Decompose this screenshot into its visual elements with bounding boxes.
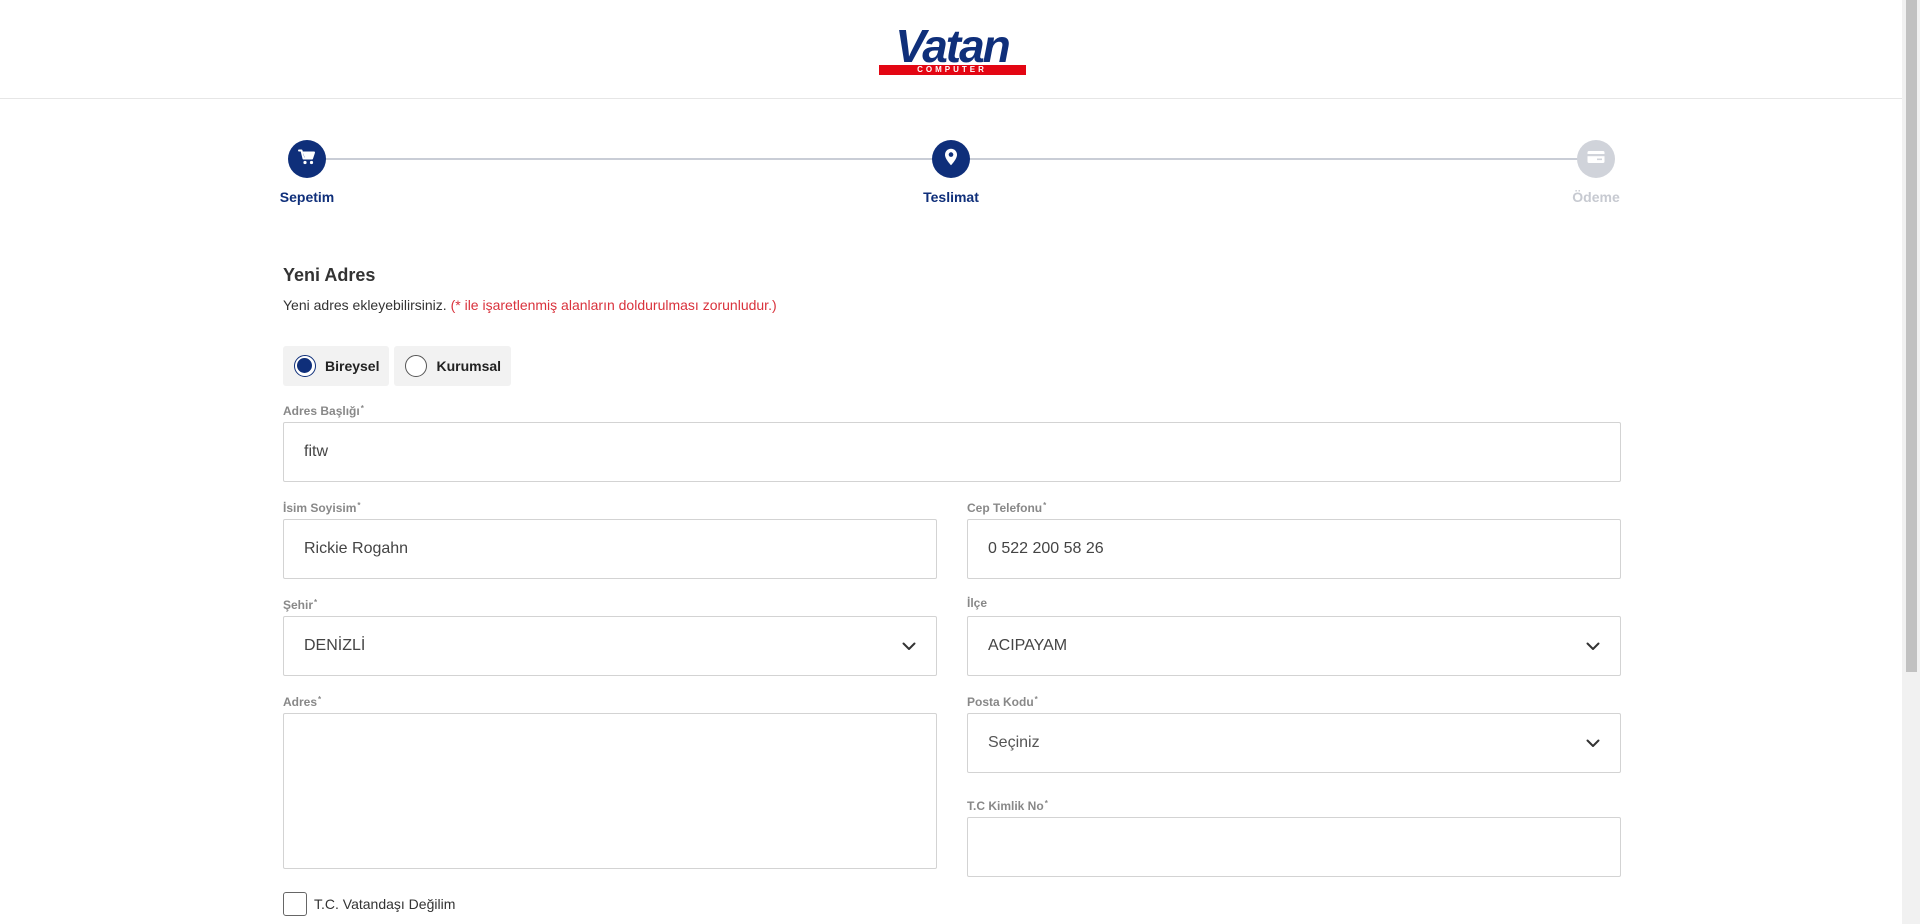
tc-id-label: T.C Kimlik No* xyxy=(967,799,1048,813)
not-citizen-row[interactable]: T.C. Vatandaşı Değilim xyxy=(283,892,455,916)
not-citizen-label: T.C. Vatandaşı Değilim xyxy=(314,896,456,912)
step-label-teslimat: Teslimat xyxy=(923,189,979,205)
page-scrollbar[interactable] xyxy=(1902,0,1920,924)
step-circle-teslimat xyxy=(932,140,970,178)
form-description-text: Yeni adres ekleyebilirsiniz. xyxy=(283,297,447,313)
logo-subtext: COMPUTER xyxy=(878,65,1026,75)
address-type-label: Bireysel xyxy=(325,358,380,374)
address-field: Adres* xyxy=(283,693,937,869)
logo-text: Vatan xyxy=(895,20,1011,72)
credit-card-icon xyxy=(1587,150,1605,169)
address-label: Adres* xyxy=(283,695,322,709)
address-type-bireysel[interactable]: Bireysel xyxy=(283,346,390,386)
address-title-label: Adres Başlığı* xyxy=(283,404,364,418)
district-label: İlçe xyxy=(967,596,988,610)
full-name-field: İsim Soyisim* Rickie Rogahn xyxy=(283,499,937,579)
address-type-label: Kurumsal xyxy=(436,358,502,374)
phone-label: Cep Telefonu* xyxy=(967,501,1047,515)
required-fields-note: (* ile işaretlenmiş alanların doldurulma… xyxy=(450,297,777,313)
step-circle-sepetim xyxy=(288,140,326,178)
full-name-input[interactable]: Rickie Rogahn xyxy=(283,519,937,579)
address-textarea[interactable] xyxy=(283,713,937,869)
radio-bireysel[interactable] xyxy=(294,355,316,377)
step-circle-odeme xyxy=(1577,140,1615,178)
postal-code-value: Seçiniz xyxy=(988,734,1040,751)
cart-icon xyxy=(298,149,316,170)
new-address-form: Yeni Adres Yeni adres ekleyebilirsiniz. … xyxy=(283,262,1621,916)
address-title-input[interactable]: fitw xyxy=(283,422,1621,482)
postal-code-field: Posta Kodu* Seçiniz xyxy=(967,693,1621,773)
location-pin-icon xyxy=(944,148,958,171)
address-type-kurumsal[interactable]: Kurumsal xyxy=(394,346,512,386)
radio-kurumsal[interactable] xyxy=(405,355,428,377)
form-title: Yeni Adres xyxy=(283,265,376,285)
scrollbar-thumb[interactable] xyxy=(1906,0,1917,672)
address-type-group: Bireysel Kurumsal xyxy=(283,346,512,386)
chevron-down-icon xyxy=(1586,639,1600,653)
step-label-sepetim: Sepetim xyxy=(279,189,335,205)
chevron-down-icon xyxy=(1586,736,1600,750)
not-citizen-checkbox[interactable] xyxy=(283,892,307,916)
phone-value: 0 522 200 58 26 xyxy=(988,540,1104,557)
vatan-logo[interactable]: Vatan COMPUTER xyxy=(878,23,1026,75)
chevron-down-icon xyxy=(902,639,916,653)
checkout-stepper: Sepetim Teslimat Ödeme xyxy=(280,140,1620,220)
postal-code-select[interactable]: Seçiniz xyxy=(967,713,1621,773)
step-label-odeme: Ödeme xyxy=(1572,189,1620,205)
tc-id-field: T.C Kimlik No* xyxy=(967,797,1621,877)
tc-id-input[interactable] xyxy=(967,817,1621,877)
city-value: DENİZLİ xyxy=(304,637,366,654)
phone-field: Cep Telefonu* 0 522 200 58 26 xyxy=(967,499,1621,579)
step-odeme: Ödeme xyxy=(1556,140,1636,205)
form-description: Yeni adres ekleyebilirsiniz. (* ile işar… xyxy=(283,295,1621,315)
city-label: Şehir* xyxy=(283,598,318,612)
postal-code-label: Posta Kodu* xyxy=(967,695,1038,709)
phone-input[interactable]: 0 522 200 58 26 xyxy=(967,519,1621,579)
checkout-page: Vatan COMPUTER Sepetim Teslimat Ödeme Ye… xyxy=(0,0,1920,924)
address-title-field: Adres Başlığı* fitw xyxy=(283,402,1621,482)
district-field: İlçe ACIPAYAM xyxy=(967,596,1621,676)
full-name-value: Rickie Rogahn xyxy=(304,540,409,557)
district-select[interactable]: ACIPAYAM xyxy=(967,616,1621,676)
city-select[interactable]: DENİZLİ xyxy=(283,616,937,676)
city-field: Şehir* DENİZLİ xyxy=(283,596,937,676)
district-value: ACIPAYAM xyxy=(988,637,1068,654)
address-title-value: fitw xyxy=(304,443,328,460)
step-sepetim[interactable]: Sepetim xyxy=(267,140,347,205)
site-header: Vatan COMPUTER xyxy=(0,0,1902,99)
full-name-label: İsim Soyisim* xyxy=(283,501,361,515)
step-teslimat[interactable]: Teslimat xyxy=(911,140,991,205)
